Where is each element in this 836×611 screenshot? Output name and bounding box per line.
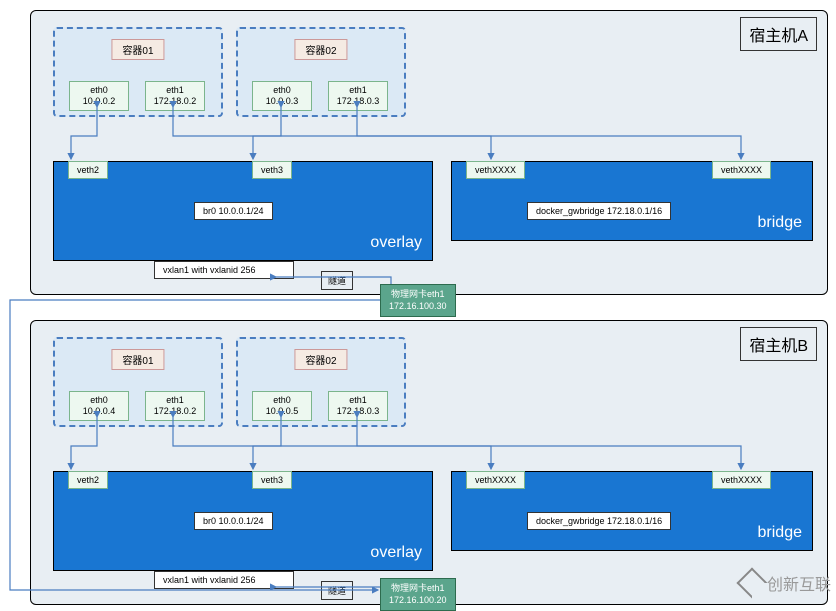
bridge-b-type: bridge — [758, 524, 802, 542]
bridge-a-vethx1: vethXXXX — [466, 161, 525, 179]
overlay-b-br0: br0 10.0.0.1/24 — [194, 512, 273, 530]
container-b-2-eth0: eth0 10.0.0.5 — [252, 391, 312, 421]
nic-name: eth1 — [166, 395, 184, 405]
container-b-1-eth1: eth1 172.18.0.2 — [145, 391, 205, 421]
nic-ip: 172.18.0.3 — [337, 406, 380, 416]
phys-nic-b: 物理网卡eth1 172.16.100.20 — [380, 578, 456, 611]
container-b-2: 容器02 eth0 10.0.0.5 eth1 172.18.0.3 — [236, 337, 406, 427]
overlay-b-veth3: veth3 — [252, 471, 292, 489]
phys-nic-a-ip: 172.16.100.30 — [389, 301, 447, 311]
overlay-bridge-a: veth2 veth3 br0 10.0.0.1/24 overlay vxla… — [53, 161, 433, 261]
nic-ip: 10.0.0.4 — [83, 406, 116, 416]
bridge-a-vethx2: vethXXXX — [712, 161, 771, 179]
nic-ip: 172.18.0.3 — [337, 96, 380, 106]
nic-ip: 10.0.0.2 — [83, 96, 116, 106]
watermark-logo-icon — [736, 567, 767, 598]
bridge-b-vethx2: vethXXXX — [712, 471, 771, 489]
overlay-a-br0: br0 10.0.0.1/24 — [194, 202, 273, 220]
nic-name: eth0 — [273, 85, 291, 95]
container-a-1-eth0: eth0 10.0.0.2 — [69, 81, 129, 111]
nic-name: eth0 — [90, 395, 108, 405]
container-a-2-label: 容器02 — [294, 39, 347, 60]
overlay-a-type: overlay — [370, 234, 422, 252]
nic-name: eth0 — [273, 395, 291, 405]
bridge-b-gw: docker_gwbridge 172.18.0.1/16 — [527, 512, 671, 530]
nic-ip: 10.0.0.3 — [266, 96, 299, 106]
host-a-title: 宿主机A — [740, 17, 817, 51]
bridge-a-gw: docker_gwbridge 172.18.0.1/16 — [527, 202, 671, 220]
container-a-2-eth0: eth0 10.0.0.3 — [252, 81, 312, 111]
overlay-b-type: overlay — [370, 544, 422, 562]
container-b-2-eth1: eth1 172.18.0.3 — [328, 391, 388, 421]
host-a-box: 宿主机A 容器01 eth0 10.0.0.2 eth1 172.18.0.2 … — [30, 10, 828, 295]
container-a-1-eth1: eth1 172.18.0.2 — [145, 81, 205, 111]
overlay-a-veth2: veth2 — [68, 161, 108, 179]
overlay-bridge-b: veth2 veth3 br0 10.0.0.1/24 overlay vxla… — [53, 471, 433, 571]
nic-ip: 172.18.0.2 — [154, 96, 197, 106]
overlay-b-vxlan: vxlan1 with vxlanid 256 — [154, 571, 294, 589]
nic-name: eth1 — [349, 395, 367, 405]
overlay-b-veth2: veth2 — [68, 471, 108, 489]
watermark-text: 创新互联 — [767, 571, 831, 595]
container-a-2-eth1: eth1 172.18.0.3 — [328, 81, 388, 111]
docker-bridge-a: vethXXXX vethXXXX docker_gwbridge 172.18… — [451, 161, 813, 241]
tunnel-a-label: 隧道 — [321, 271, 353, 290]
container-a-1-label: 容器01 — [111, 39, 164, 60]
overlay-a-veth3: veth3 — [252, 161, 292, 179]
container-b-2-label: 容器02 — [294, 349, 347, 370]
diagram-canvas: 宿主机A 容器01 eth0 10.0.0.2 eth1 172.18.0.2 … — [0, 0, 836, 600]
host-b-box: 宿主机B 容器01 eth0 10.0.0.4 eth1 172.18.0.2 … — [30, 320, 828, 605]
container-b-1: 容器01 eth0 10.0.0.4 eth1 172.18.0.2 — [53, 337, 223, 427]
container-b-1-eth0: eth0 10.0.0.4 — [69, 391, 129, 421]
bridge-b-vethx1: vethXXXX — [466, 471, 525, 489]
nic-name: eth0 — [90, 85, 108, 95]
container-b-1-label: 容器01 — [111, 349, 164, 370]
nic-name: eth1 — [166, 85, 184, 95]
container-a-2: 容器02 eth0 10.0.0.3 eth1 172.18.0.3 — [236, 27, 406, 117]
overlay-a-vxlan: vxlan1 with vxlanid 256 — [154, 261, 294, 279]
phys-nic-a-name: 物理网卡eth1 — [391, 289, 445, 299]
host-b-title: 宿主机B — [740, 327, 817, 361]
nic-name: eth1 — [349, 85, 367, 95]
nic-ip: 172.18.0.2 — [154, 406, 197, 416]
tunnel-b-label: 隧道 — [321, 581, 353, 600]
phys-nic-b-name: 物理网卡eth1 — [391, 583, 445, 593]
docker-bridge-b: vethXXXX vethXXXX docker_gwbridge 172.18… — [451, 471, 813, 551]
container-a-1: 容器01 eth0 10.0.0.2 eth1 172.18.0.2 — [53, 27, 223, 117]
bridge-a-type: bridge — [758, 214, 802, 232]
phys-nic-a: 物理网卡eth1 172.16.100.30 — [380, 284, 456, 317]
nic-ip: 10.0.0.5 — [266, 406, 299, 416]
watermark: 创新互联 — [741, 571, 831, 595]
